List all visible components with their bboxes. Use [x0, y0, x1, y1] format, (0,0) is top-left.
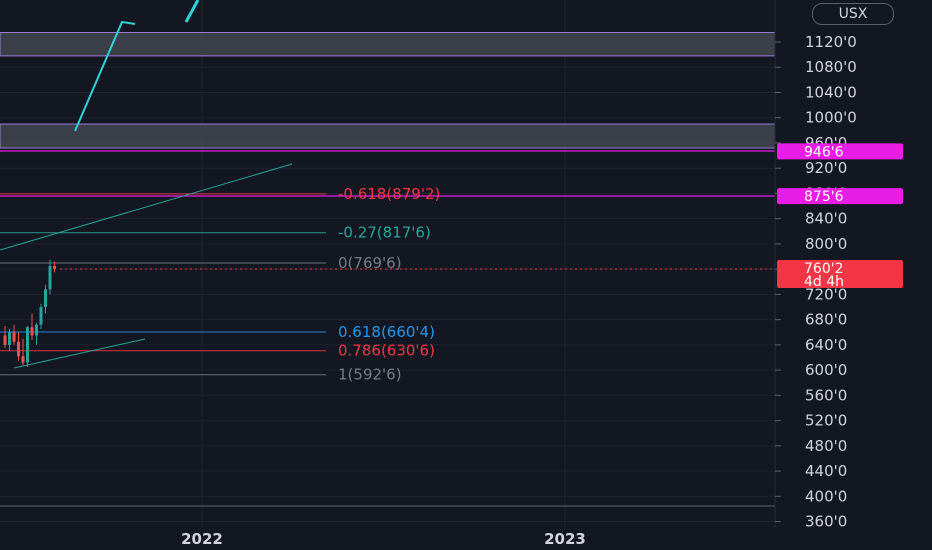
y-tick-label: 680'0 — [805, 311, 847, 329]
y-tick-label: 1000'0 — [805, 109, 857, 127]
y-tick-label: 800'0 — [805, 235, 847, 253]
candle-body[interactable] — [30, 327, 34, 336]
candle-body[interactable] — [21, 356, 25, 363]
y-tick-label: 480'0 — [805, 437, 847, 455]
fib-label-5: 1(592'6) — [338, 366, 402, 384]
y-tick-label: 560'0 — [805, 386, 847, 404]
x-tick-2023: 2023 — [544, 530, 586, 548]
y-tick-label: 520'0 — [805, 412, 847, 430]
candle-body[interactable] — [39, 307, 43, 325]
candle-body[interactable] — [26, 327, 29, 363]
y-tick-label: 640'0 — [805, 336, 847, 354]
candle-body[interactable] — [35, 324, 38, 336]
fib-label-3: 0.618(660'4) — [338, 323, 435, 341]
zone-rect-1[interactable] — [0, 123, 776, 149]
y-tick-label: 1040'0 — [805, 83, 857, 101]
candle-body[interactable] — [44, 289, 47, 308]
fib-label-2: 0(769'6) — [338, 254, 402, 272]
price-badge-label-0: 946'6 — [804, 144, 844, 160]
currency-badge[interactable]: USX — [812, 3, 894, 25]
y-tick-label: 360'0 — [805, 513, 847, 531]
candle-body[interactable] — [53, 266, 56, 270]
price-badge-label-1: 875'6 — [804, 189, 844, 205]
y-tick-label: 920'0 — [805, 159, 847, 177]
candle-body[interactable] — [12, 332, 16, 342]
candle-body[interactable] — [3, 335, 7, 345]
y-tick-label: 600'0 — [805, 361, 847, 379]
candle-body[interactable] — [8, 332, 11, 345]
fib-label-4: 0.786(630'6) — [338, 342, 435, 360]
candle-body[interactable] — [17, 341, 20, 357]
candle-body[interactable] — [48, 266, 52, 290]
x-tick-2022: 2022 — [181, 530, 223, 548]
price-badge-countdown: 4d 4h — [804, 274, 844, 290]
y-tick-label: 400'0 — [805, 487, 847, 505]
y-tick-label: 1080'0 — [805, 58, 857, 76]
y-tick-label: 1120'0 — [805, 33, 857, 51]
fib-label-1: -0.27(817'6) — [338, 224, 431, 242]
fib-label-0: -0.618(879'2) — [338, 185, 440, 203]
y-tick-label: 440'0 — [805, 462, 847, 480]
y-tick-label: 840'0 — [805, 210, 847, 228]
price-chart[interactable]: -0.618(879'2) -0.27(817'6) 0(769'6) 0.618(6… — [0, 0, 932, 550]
